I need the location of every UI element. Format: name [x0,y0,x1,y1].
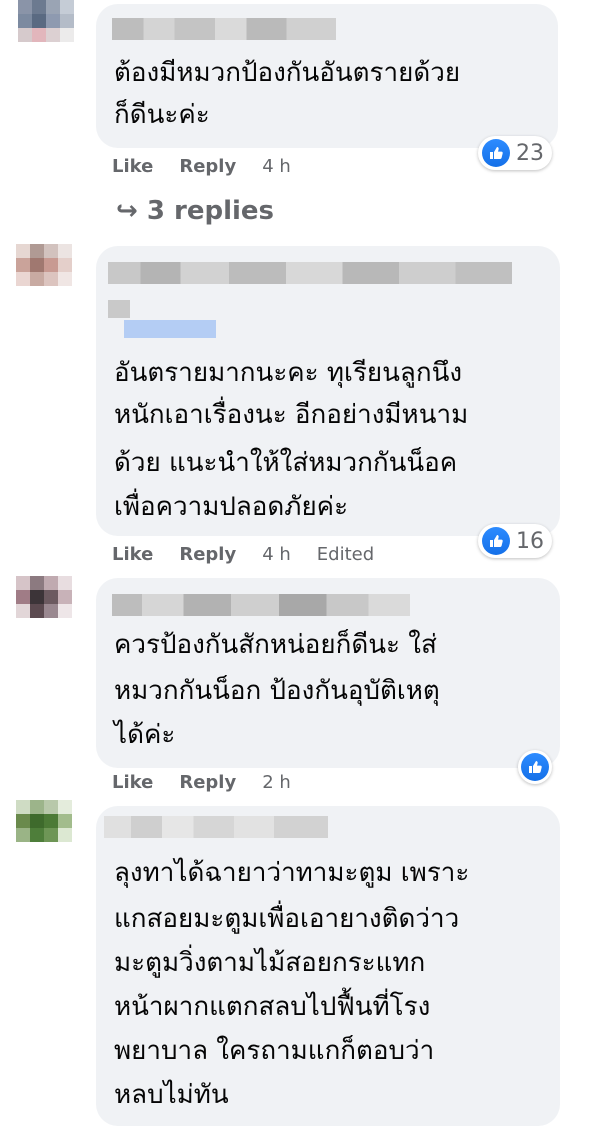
reaction-count: 23 [516,140,544,166]
author-name-blurred[interactable] [112,18,336,40]
comment-text-line: ก็ดีนะค่ะ [114,100,210,130]
avatar-pixel [58,604,72,618]
like-reaction-icon [482,527,510,555]
avatar-pixel [58,258,72,272]
author-name-blurred[interactable] [108,262,512,284]
avatar-pixel [44,814,58,828]
reply-link[interactable]: Reply [179,772,236,796]
avatar-pixel [46,28,60,42]
avatar-pixel [30,828,44,842]
like-link[interactable]: Like [112,544,153,568]
comment-timestamp[interactable]: 2 h [262,772,291,796]
avatar-pixel [32,28,46,42]
avatar-pixel [58,828,72,842]
avatar-pixel [60,14,74,28]
avatar-pixel [18,28,32,42]
comment-text-line: แกสอยมะตูมเพื่อเอายางติดว่าว [114,904,460,934]
reply-link[interactable]: Reply [179,544,236,568]
avatar-pixel [58,800,72,814]
avatar-pixel [32,0,46,14]
avatar-pixel [44,604,58,618]
author-badge-blurred[interactable] [124,320,216,338]
comment-text-line: ได้ค่ะ [114,720,176,750]
comment-text-line: มะตูมวิ่งตามไม้สอยกระแทก [114,948,426,978]
author-name-blurred[interactable] [104,816,328,838]
avatar-pixel [60,28,74,42]
avatar-pixel [44,800,58,814]
avatar-pixel [16,828,30,842]
avatar-pixel [16,590,30,604]
avatar-pixel [30,576,44,590]
avatar-pixel [58,244,72,258]
comment-text-line: พยาบาล ใครถามแกก็ตอบว่า [114,1036,435,1066]
reply-link[interactable]: Reply [179,156,236,180]
like-reaction-icon [521,753,549,781]
avatar-pixel [30,590,44,604]
avatar-pixel [44,258,58,272]
avatar-pixel [16,244,30,258]
avatar-pixel [44,576,58,590]
avatar[interactable] [16,244,72,300]
avatar-pixel [44,590,58,604]
comment-actions: Like Reply 4 h [112,156,291,180]
reaction-summary[interactable]: 16 [478,524,552,558]
comment-text-line: หน้าผากแตกสลบไปฟื้นที่โรง [114,992,431,1022]
avatar-pixel [32,14,46,28]
avatar[interactable] [16,576,72,632]
comment-text-line: เพื่อความปลอดภัยค่ะ [114,492,349,522]
avatar-pixel [18,0,32,14]
avatar-pixel [60,0,74,14]
avatar-pixel [44,244,58,258]
avatar-pixel [18,14,32,28]
avatar-pixel [44,272,58,286]
avatar-pixel [58,272,72,286]
author-name-blurred-line2[interactable] [108,300,130,318]
comment-text-line: อันตรายมากนะคะ ทุเรียนลูกนึง [114,358,463,388]
avatar[interactable] [16,800,72,856]
avatar-pixel [16,258,30,272]
avatar-pixel [30,800,44,814]
comment-text-line: ลุงทาได้ฉายาว่าทามะตูม เพราะ [114,858,470,888]
comment-text-line: ต้องมีหมวกป้องกันอันตรายด้วย [114,58,461,88]
avatar-pixel [30,258,44,272]
avatar-pixel [30,604,44,618]
avatar-pixel [16,604,30,618]
avatar-pixel [16,814,30,828]
avatar-pixel [16,272,30,286]
avatar-pixel [16,800,30,814]
avatar-pixel [30,272,44,286]
avatar-pixel [46,0,60,14]
comment-text-line: หลบไม่ทัน [114,1080,229,1110]
reaction-summary[interactable]: 23 [478,136,552,170]
comment-text-line: ควรป้องกันสักหน่อยก็ดีนะ ใส่ [114,630,437,660]
avatar[interactable] [18,0,74,44]
avatar-pixel [58,814,72,828]
comment-actions: Like Reply 4 h Edited [112,544,374,568]
author-name-blurred[interactable] [112,594,410,616]
replies-label: 3 replies [146,196,275,226]
reaction-summary[interactable] [518,750,552,784]
comment-text-line: หนักเอาเรื่องนะ อีกอย่างมีหนาม [114,400,469,430]
like-reaction-icon [482,139,510,167]
avatar-pixel [44,828,58,842]
avatar-pixel [58,576,72,590]
like-link[interactable]: Like [112,772,153,796]
comment-text-line: หมวกกันน็อก ป้องกันอุบัติเหตุ [114,676,440,706]
avatar-pixel [58,590,72,604]
avatar-pixel [30,244,44,258]
comment-timestamp[interactable]: 4 h [262,544,291,568]
edited-label: Edited [316,544,375,565]
reply-arrow-icon: ↪ [116,196,138,226]
view-replies-link[interactable]: ↪ 3 replies [116,196,274,226]
avatar-pixel [46,14,60,28]
like-link[interactable]: Like [112,156,153,180]
comment-actions: Like Reply 2 h [112,772,291,796]
avatar-pixel [30,814,44,828]
comment-timestamp[interactable]: 4 h [262,156,291,180]
comment-text-line: ด้วย แนะนำให้ใส่หมวกกันน็อค [114,448,458,478]
reaction-count: 16 [516,528,544,554]
avatar-pixel [16,576,30,590]
